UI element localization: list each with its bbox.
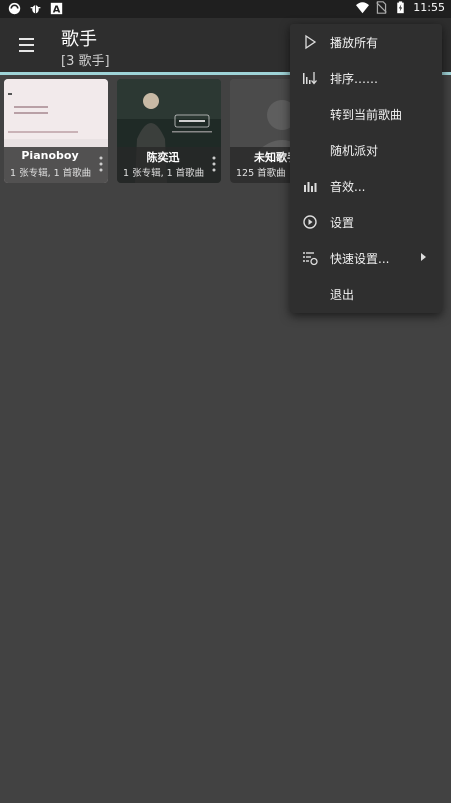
menu-item-label: 音效... (330, 180, 366, 194)
submenu-arrow-icon (421, 253, 426, 261)
more-options-icon[interactable] (97, 155, 105, 173)
artist-info: 1 张专辑, 1 首歌曲 (123, 168, 205, 179)
status-time: 11:55 (413, 1, 445, 14)
menu-item-label: 排序…… (330, 72, 379, 86)
menu-item-shuffle-party[interactable]: 随机派对 (290, 132, 442, 168)
debug-bug-icon (30, 5, 41, 14)
overflow-menu: 播放所有 排序…… 转到当前歌曲 随机派对 音效... 设置 快速设置... 退… (290, 24, 442, 313)
app-notification-icon (8, 2, 21, 15)
menu-item-label: 转到当前歌曲 (330, 108, 403, 122)
artist-card-eason[interactable]: 陈奕迅 1 张专辑, 1 首歌曲 (117, 79, 221, 183)
menu-item-settings[interactable]: 设置 (290, 204, 442, 240)
menu-item-play-all[interactable]: 播放所有 (290, 24, 442, 60)
status-bar: A 11:55 (0, 0, 451, 18)
no-sim-icon (376, 1, 388, 14)
artist-name: Pianoboy (21, 149, 79, 162)
menu-item-quick-settings[interactable]: 快速设置... (290, 240, 442, 276)
menu-item-label: 退出 (330, 288, 355, 302)
menu-item-label: 快速设置... (330, 252, 390, 266)
menu-item-exit[interactable]: 退出 (290, 276, 442, 312)
quick-settings-icon (303, 252, 318, 266)
artist-caption: 陈奕迅 1 张专辑, 1 首歌曲 (117, 147, 221, 183)
menu-item-label: 随机派对 (330, 144, 379, 158)
page-title: 歌手 (61, 29, 97, 50)
play-outline-icon (305, 34, 317, 50)
artist-card-pianoboy[interactable]: Pianoboy 1 张专辑, 1 首歌曲 (4, 79, 108, 183)
equalizer-icon (304, 182, 317, 192)
text-a-icon: A (50, 2, 63, 15)
hamburger-menu-icon[interactable] (14, 34, 40, 56)
svg-text:A: A (53, 5, 61, 15)
battery-charging-icon (397, 1, 405, 14)
settings-icon (303, 215, 317, 229)
artist-count: [3 歌手] (61, 54, 110, 69)
artist-info: 1 张专辑, 1 首歌曲 (10, 168, 92, 179)
artist-name: 陈奕迅 (146, 151, 180, 164)
more-options-icon[interactable] (210, 155, 218, 173)
wifi-icon (356, 2, 370, 14)
menu-item-label: 设置 (330, 216, 355, 230)
menu-item-audio-effects[interactable]: 音效... (290, 168, 442, 204)
menu-item-label: 播放所有 (330, 36, 379, 50)
sort-icon (303, 72, 317, 85)
menu-item-sort[interactable]: 排序…… (290, 60, 442, 96)
menu-item-goto-current[interactable]: 转到当前歌曲 (290, 96, 442, 132)
artist-caption: Pianoboy 1 张专辑, 1 首歌曲 (4, 147, 108, 183)
